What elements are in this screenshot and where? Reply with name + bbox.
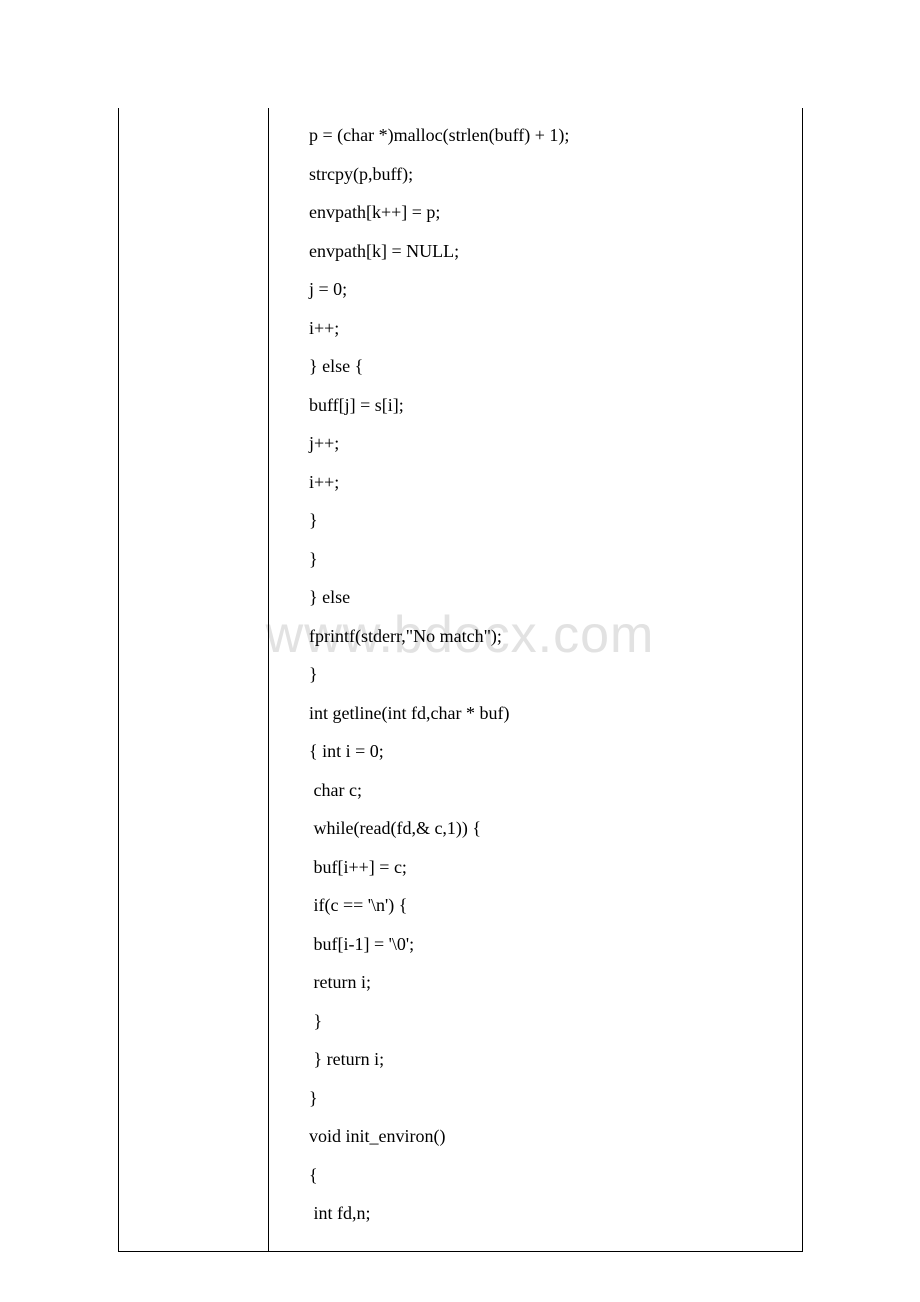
code-line: int getline(int fd,char * buf) [309, 694, 802, 733]
code-line: } [309, 1079, 802, 1118]
code-line: envpath[k] = NULL; [309, 232, 802, 271]
code-line: buf[i-1] = '\0'; [309, 925, 802, 964]
code-line: envpath[k++] = p; [309, 193, 802, 232]
code-line: { int i = 0; [309, 732, 802, 771]
code-line: } [309, 1002, 802, 1041]
code-line: } else { [309, 347, 802, 386]
code-line: int fd,n; [309, 1194, 802, 1233]
code-line: j++; [309, 424, 802, 463]
code-line: while(read(fd,& c,1)) { [309, 809, 802, 848]
code-line: fprintf(stderr,"No match"); [309, 617, 802, 656]
code-line: char c; [309, 771, 802, 810]
code-line: } else [309, 578, 802, 617]
code-line: if(c == '\n') { [309, 886, 802, 925]
code-line: p = (char *)malloc(strlen(buff) + 1); [309, 116, 802, 155]
code-line: buff[j] = s[i]; [309, 386, 802, 425]
code-line: i++; [309, 463, 802, 502]
code-line: j = 0; [309, 270, 802, 309]
code-line: } [309, 501, 802, 540]
code-line: i++; [309, 309, 802, 348]
table-left-column [119, 108, 269, 1251]
code-line: return i; [309, 963, 802, 1002]
code-line: } [309, 540, 802, 579]
code-line: void init_environ() [309, 1117, 802, 1156]
table-right-column: p = (char *)malloc(strlen(buff) + 1); st… [269, 108, 802, 1251]
code-line: } return i; [309, 1040, 802, 1079]
code-line: { [309, 1156, 802, 1195]
code-line: } [309, 655, 802, 694]
code-table: p = (char *)malloc(strlen(buff) + 1); st… [118, 108, 803, 1252]
code-line: strcpy(p,buff); [309, 155, 802, 194]
code-line: buf[i++] = c; [309, 848, 802, 887]
